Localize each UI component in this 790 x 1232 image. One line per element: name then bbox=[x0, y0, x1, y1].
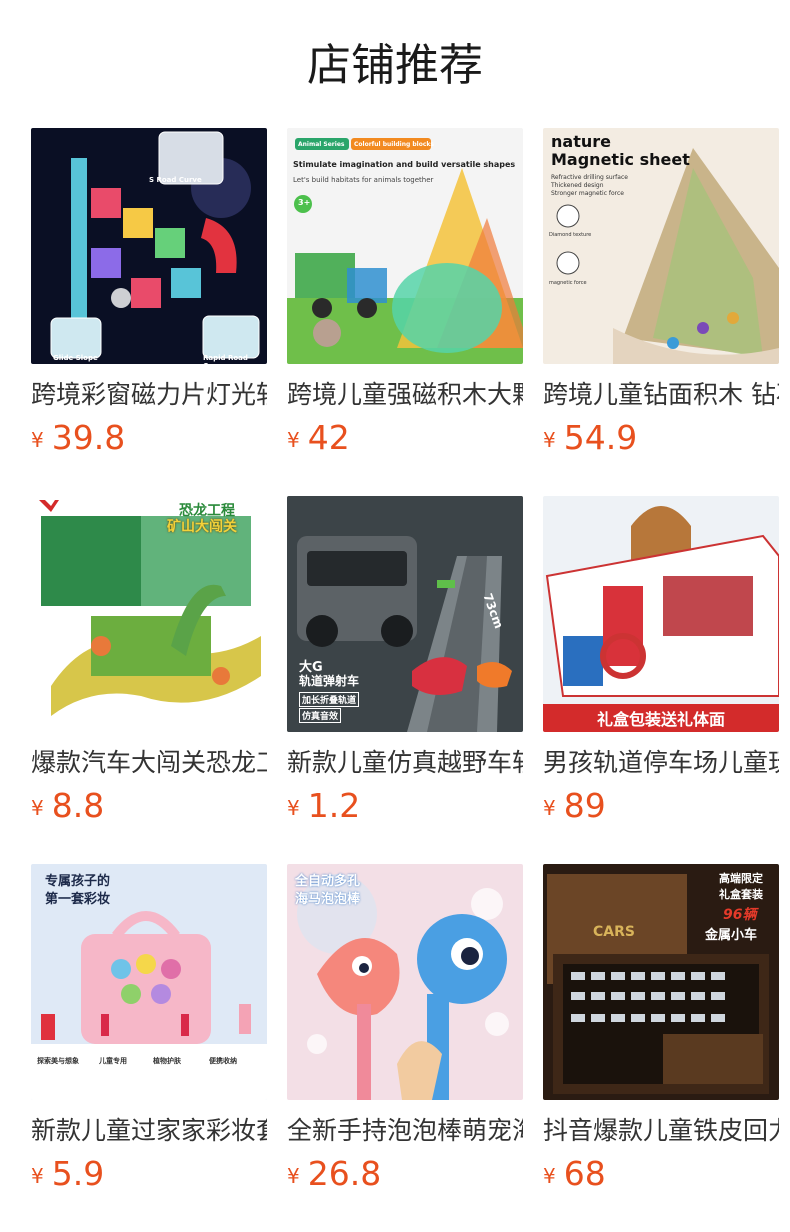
product-price: ¥68 bbox=[543, 1154, 606, 1194]
product-card[interactable]: S Road Curve Glide Slope Rapid Road Curv… bbox=[31, 128, 267, 458]
currency-symbol: ¥ bbox=[31, 1164, 44, 1188]
image-label: Diamond texture bbox=[549, 232, 592, 238]
price-value: 26.8 bbox=[307, 1154, 382, 1193]
price-value: 42 bbox=[307, 418, 350, 457]
price-value: 1.2 bbox=[307, 786, 361, 825]
product-card[interactable]: 恐龙工程 矿山大闯关 爆款汽车大闯关恐龙工程 ¥8.8 bbox=[31, 496, 267, 826]
image-label: 全自动多孔 bbox=[295, 874, 361, 889]
page-title: 店铺推荐 bbox=[307, 40, 483, 91]
currency-symbol: ¥ bbox=[543, 796, 556, 820]
image-label: 金属小车 bbox=[705, 928, 758, 943]
currency-symbol: ¥ bbox=[287, 1164, 300, 1188]
image-label: 礼盒包装送礼体面 bbox=[596, 710, 725, 729]
product-name[interactable]: 新款儿童过家家彩妆套装 bbox=[31, 1114, 267, 1148]
image-label: 专属孩子的 bbox=[45, 874, 111, 889]
image-label: Stronger magnetic force bbox=[551, 190, 625, 197]
product-image[interactable]: nature Magnetic sheet Refractive drillin… bbox=[543, 128, 779, 364]
image-label: 3+ bbox=[298, 198, 311, 207]
image-label: Animal Series bbox=[298, 141, 345, 148]
product-price: ¥1.2 bbox=[287, 786, 360, 826]
product-name[interactable]: 全新手持泡泡棒萌宠海马 bbox=[287, 1114, 523, 1148]
product-card[interactable]: 高端限定 礼盒套装 96辆 金属小车 CARS 抖音爆款儿童铁皮回力车 ¥68 bbox=[543, 864, 779, 1194]
currency-symbol: ¥ bbox=[287, 796, 300, 820]
price-value: 5.9 bbox=[51, 1154, 105, 1193]
image-label: magnetic force bbox=[549, 280, 587, 286]
currency-symbol: ¥ bbox=[543, 428, 556, 452]
image-label: Colorful building blocks bbox=[354, 141, 434, 148]
product-card[interactable]: 大G 轨道弹射车 加长折叠轨道 仿真音效 73cm 新款儿童仿真越野车轨道 ¥1… bbox=[287, 496, 523, 826]
product-price: ¥42 bbox=[287, 418, 350, 458]
product-card[interactable]: 礼盒包装送礼体面 男孩轨道停车场儿童玩具 ¥89 bbox=[543, 496, 779, 826]
currency-symbol: ¥ bbox=[543, 1164, 556, 1188]
image-label: 矿山大闯关 bbox=[167, 519, 237, 535]
image-label: 轨道弹射车 bbox=[299, 674, 360, 688]
product-image[interactable]: 恐龙工程 矿山大闯关 bbox=[31, 496, 267, 732]
product-image[interactable]: 全自动多孔 海马泡泡棒 bbox=[287, 864, 523, 1100]
product-price: ¥89 bbox=[543, 786, 606, 826]
image-label: 海马泡泡棒 bbox=[295, 892, 361, 907]
product-card[interactable]: 专属孩子的 第一套彩妆 探索美与想象 儿童专用 植物护肤 便携收纳 新款儿童过家… bbox=[31, 864, 267, 1194]
product-name[interactable]: 男孩轨道停车场儿童玩具 bbox=[543, 746, 779, 780]
product-price: ¥54.9 bbox=[543, 418, 637, 458]
product-image[interactable]: 高端限定 礼盒套装 96辆 金属小车 CARS bbox=[543, 864, 779, 1100]
currency-symbol: ¥ bbox=[31, 428, 44, 452]
currency-symbol: ¥ bbox=[287, 428, 300, 452]
product-price: ¥39.8 bbox=[31, 418, 125, 458]
product-card[interactable]: nature Magnetic sheet Refractive drillin… bbox=[543, 128, 779, 458]
image-label: 探索美与想象 bbox=[37, 1057, 79, 1065]
currency-symbol: ¥ bbox=[31, 796, 44, 820]
image-label: Thickened design bbox=[551, 182, 604, 189]
image-label: 96辆 bbox=[723, 907, 757, 923]
product-name[interactable]: 爆款汽车大闯关恐龙工程 bbox=[31, 746, 267, 780]
price-value: 68 bbox=[563, 1154, 606, 1193]
image-label: Stimulate imagination and build versatil… bbox=[293, 160, 516, 169]
image-label: CARS bbox=[593, 924, 635, 940]
product-name[interactable]: 新款儿童仿真越野车轨道 bbox=[287, 746, 523, 780]
image-label: 礼盒套装 bbox=[719, 888, 763, 901]
product-price: ¥5.9 bbox=[31, 1154, 104, 1194]
image-label: Rapid Road Curve bbox=[203, 354, 248, 364]
image-label: 加长折叠轨道 bbox=[299, 692, 360, 707]
product-image[interactable]: S Road Curve Glide Slope Rapid Road Curv… bbox=[31, 128, 267, 364]
image-label: Refractive drilling surface bbox=[551, 174, 628, 181]
image-label: Let's build habitats for animals togethe… bbox=[293, 176, 434, 184]
product-card[interactable]: 全自动多孔 海马泡泡棒 全新手持泡泡棒萌宠海马 ¥26.8 bbox=[287, 864, 523, 1194]
image-label: S Road Curve bbox=[149, 176, 202, 184]
product-price: ¥26.8 bbox=[287, 1154, 381, 1194]
product-image[interactable]: 专属孩子的 第一套彩妆 探索美与想象 儿童专用 植物护肤 便携收纳 bbox=[31, 864, 267, 1100]
price-value: 8.8 bbox=[51, 786, 105, 825]
image-label: 仿真音效 bbox=[299, 708, 342, 723]
image-label: Magnetic sheet bbox=[551, 150, 690, 169]
product-card[interactable]: Animal Series Colorful building blocks S… bbox=[287, 128, 523, 458]
product-image[interactable]: 礼盒包装送礼体面 bbox=[543, 496, 779, 732]
product-name[interactable]: 抖音爆款儿童铁皮回力车 bbox=[543, 1114, 779, 1148]
image-label: 植物护肤 bbox=[153, 1057, 181, 1065]
image-label: 高端限定 bbox=[719, 872, 763, 885]
price-value: 39.8 bbox=[51, 418, 126, 457]
price-value: 54.9 bbox=[563, 418, 638, 457]
product-image[interactable]: 大G 轨道弹射车 加长折叠轨道 仿真音效 73cm bbox=[287, 496, 523, 732]
image-label: 儿童专用 bbox=[99, 1057, 127, 1065]
price-value: 89 bbox=[563, 786, 606, 825]
image-label: Glide Slope bbox=[53, 354, 98, 362]
product-name[interactable]: 跨境彩窗磁力片灯光轨道 bbox=[31, 378, 267, 412]
product-name[interactable]: 跨境儿童强磁积木大颗粒 bbox=[287, 378, 523, 412]
product-price: ¥8.8 bbox=[31, 786, 104, 826]
product-name[interactable]: 跨境儿童钻面积木 钻石磁力片 bbox=[543, 378, 779, 412]
image-label: 便携收纳 bbox=[209, 1057, 237, 1065]
image-label: 第一套彩妆 bbox=[45, 892, 111, 907]
image-label: nature bbox=[551, 132, 611, 151]
product-image[interactable]: Animal Series Colorful building blocks S… bbox=[287, 128, 523, 364]
